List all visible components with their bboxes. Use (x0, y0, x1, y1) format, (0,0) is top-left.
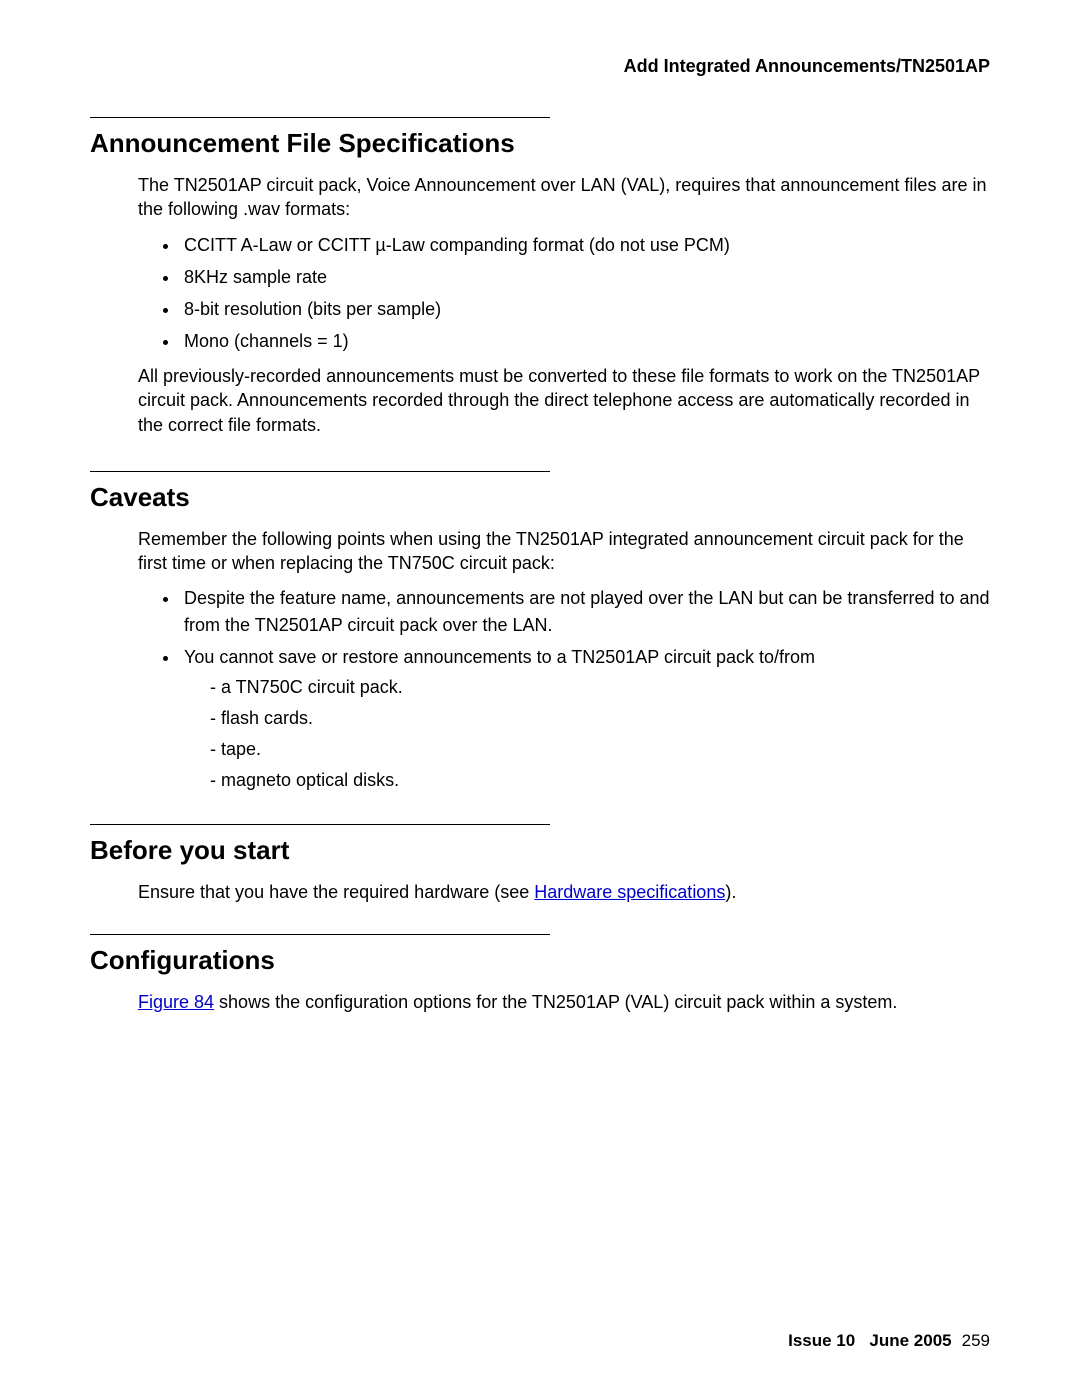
format-list: CCITT A-Law or CCITT µ-Law companding fo… (180, 232, 990, 354)
list-item: 8KHz sample rate (180, 264, 990, 290)
heading-announcement-file-specs: Announcement File Specifications (90, 128, 990, 159)
page-header: Add Integrated Announcements/TN2501AP (90, 56, 990, 77)
heading-before-you-start: Before you start (90, 835, 990, 866)
caveats-intro: Remember the following points when using… (138, 527, 990, 576)
sub-list: a TN750C circuit pack. flash cards. tape… (210, 674, 990, 794)
footer-issue: Issue 10 (788, 1331, 855, 1350)
intro-paragraph: The TN2501AP circuit pack, Voice Announc… (138, 173, 990, 222)
heading-caveats: Caveats (90, 482, 990, 513)
configurations-text: Figure 84 shows the configuration option… (138, 990, 990, 1014)
text-run: ). (725, 882, 736, 902)
list-item: 8-bit resolution (bits per sample) (180, 296, 990, 322)
heading-configurations: Configurations (90, 945, 990, 976)
outro-paragraph: All previously-recorded announcements mu… (138, 364, 990, 437)
list-item: Mono (channels = 1) (180, 328, 990, 354)
caveats-list: Despite the feature name, announcements … (180, 585, 990, 793)
sub-list-item: flash cards. (210, 705, 990, 732)
list-item: You cannot save or restore announcements… (180, 644, 990, 794)
sub-list-item: a TN750C circuit pack. (210, 674, 990, 701)
section-rule (90, 934, 550, 935)
section-rule (90, 117, 550, 118)
figure-84-link[interactable]: Figure 84 (138, 992, 214, 1012)
list-item: CCITT A-Law or CCITT µ-Law companding fo… (180, 232, 990, 258)
page-container: Add Integrated Announcements/TN2501AP An… (0, 0, 1080, 1397)
hardware-specifications-link[interactable]: Hardware specifications (534, 882, 725, 902)
section-rule (90, 471, 550, 472)
sub-list-item: magneto optical disks. (210, 767, 990, 794)
footer-page-number: 259 (962, 1331, 990, 1350)
before-you-start-text: Ensure that you have the required hardwa… (138, 880, 990, 904)
section-rule (90, 824, 550, 825)
list-item: Despite the feature name, announcements … (180, 585, 990, 637)
text-run: Ensure that you have the required hardwa… (138, 882, 534, 902)
text-run: shows the configuration options for the … (214, 992, 897, 1012)
list-item-text: You cannot save or restore announcements… (184, 647, 815, 667)
page-footer: Issue 10 June 2005 259 (788, 1331, 990, 1351)
sub-list-item: tape. (210, 736, 990, 763)
footer-date: June 2005 (869, 1331, 951, 1350)
